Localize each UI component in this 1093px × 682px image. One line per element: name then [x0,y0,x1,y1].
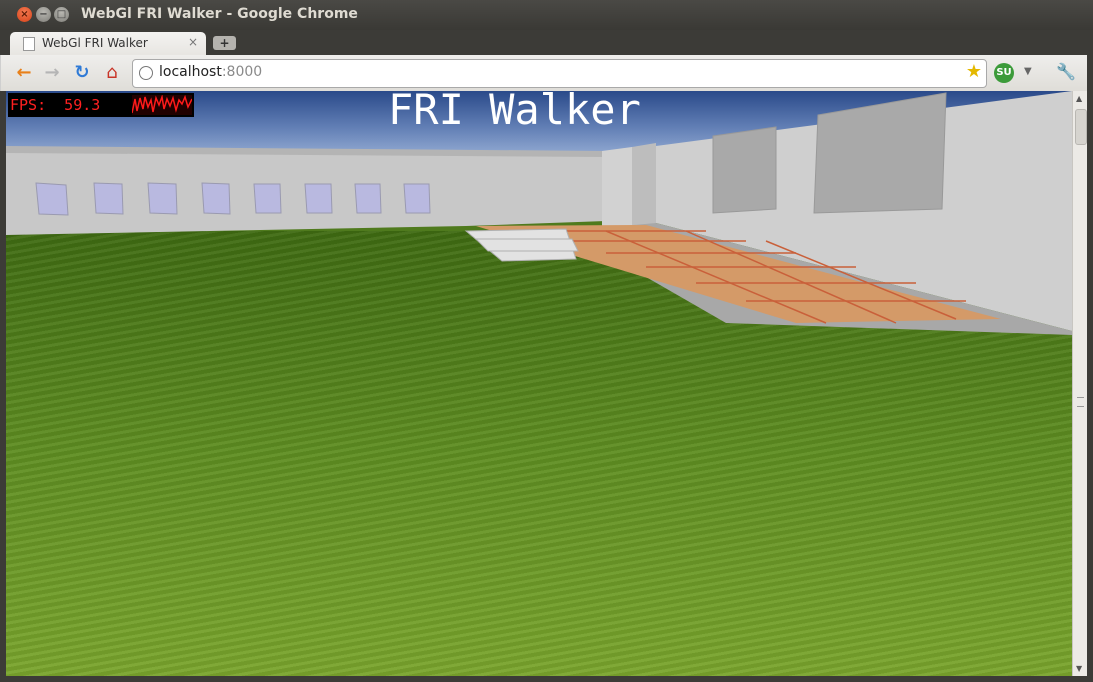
tab-strip: WebGl FRI Walker × [0,30,1093,56]
wrench-icon[interactable]: 🔧 [1056,62,1076,81]
stairs [464,228,579,262]
tab-close-icon[interactable]: × [188,35,198,49]
title-bar: × − □ WebGl FRI Walker - Google Chrome [0,0,1093,30]
home-button[interactable]: ⌂ [101,62,123,84]
arrow-left-icon: ← [16,62,32,83]
chevron-down-icon[interactable]: ▼ [1024,66,1032,77]
reload-icon: ↻ [74,62,90,83]
webgl-canvas[interactable]: FPS: 59.3 FRI Walker [6,91,1072,676]
scroll-up-icon[interactable]: ▲ [1076,94,1082,103]
window [201,182,231,215]
corner-tower [602,147,632,229]
window-title: WebGl FRI Walker - Google Chrome [81,6,358,22]
url-text[interactable]: localhost:8000 [159,64,262,80]
fps-label: FPS: 59.3 [10,96,101,114]
window-close-button[interactable]: × [17,7,32,22]
scroll-down-icon[interactable]: ▼ [1076,664,1082,673]
window [304,183,333,214]
reload-button[interactable]: ↻ [71,62,93,84]
window-minimize-button[interactable]: − [36,7,51,22]
corner-tower-side [632,143,656,231]
window [93,182,124,215]
home-icon: ⌂ [106,62,118,83]
back-button[interactable]: ← [13,62,35,84]
url-port: :8000 [221,64,263,80]
window [147,182,178,215]
fps-graph [132,95,192,115]
browser-window: × − □ WebGl FRI Walker - Google Chrome W… [0,0,1093,682]
window [253,183,282,214]
star-icon[interactable]: ★ [966,61,982,82]
new-tab-button[interactable]: + [213,36,236,50]
window-right-border [1087,55,1093,682]
right-window [712,126,777,214]
scrollbar-grip [1077,397,1084,407]
fps-counter: FPS: 59.3 [8,93,194,117]
3d-scene [6,91,1072,335]
window [35,182,69,216]
forward-button[interactable]: → [41,62,63,84]
arrow-right-icon: → [44,62,60,83]
tab-webgl-fri-walker[interactable]: WebGl FRI Walker × [10,32,206,56]
vertical-scrollbar[interactable]: ▲ ▼ [1072,91,1088,676]
tab-title: WebGl FRI Walker [42,36,148,50]
browser-toolbar: ← → ↻ ⌂ localhost:8000 ★ SU ▼ 🔧 [0,55,1088,91]
window [354,183,382,214]
globe-icon [139,66,153,80]
stumbleupon-icon[interactable]: SU [994,63,1014,83]
stair-step [474,238,579,252]
page-title: FRI Walker [388,91,641,134]
window-bottom-border [0,676,1093,682]
right-window [813,92,947,214]
url-host: localhost [159,64,222,80]
page-favicon-icon [23,37,35,51]
address-bar[interactable]: localhost:8000 ★ [132,59,987,88]
window [403,183,431,214]
window-maximize-button[interactable]: □ [54,7,69,22]
scrollbar-thumb[interactable] [1075,109,1087,145]
